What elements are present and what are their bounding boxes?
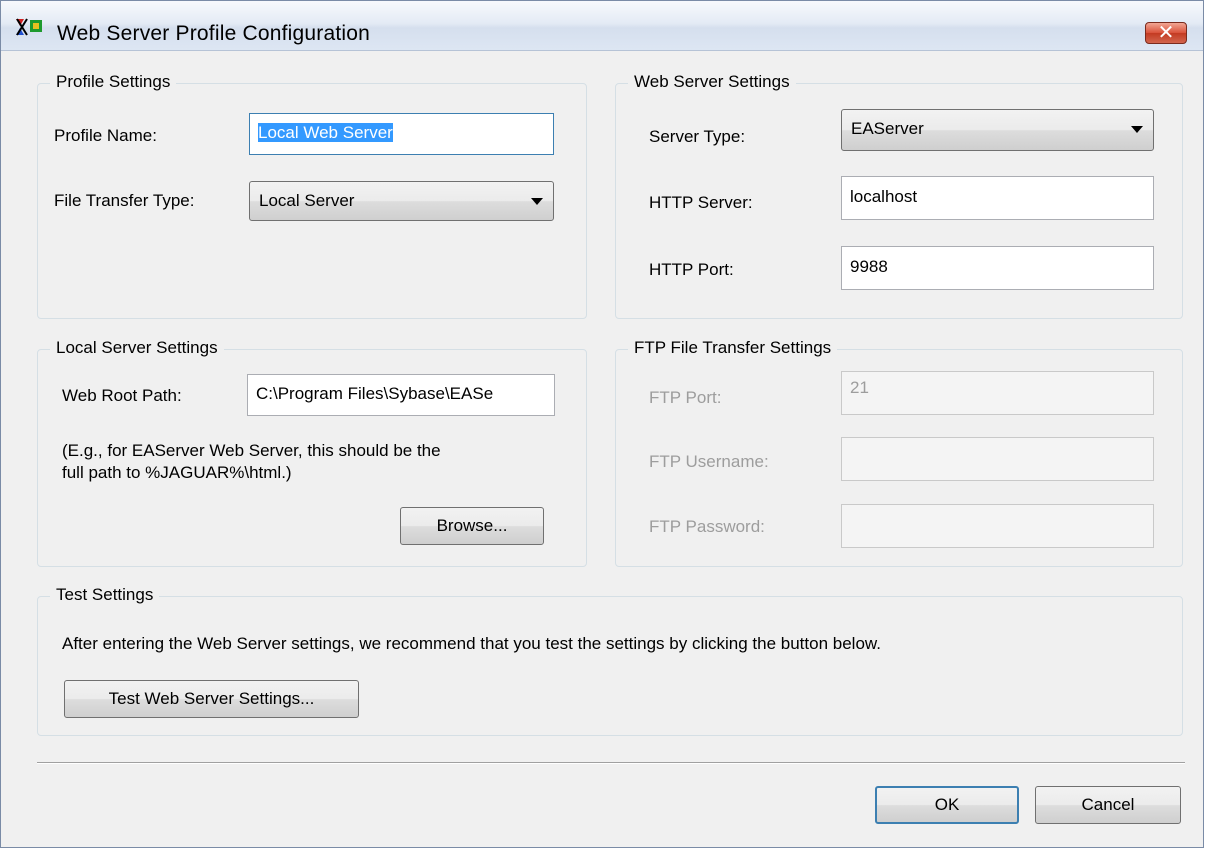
- server-type-value: EAServer: [851, 119, 924, 138]
- test-button-label: Test Web Server Settings...: [108, 689, 315, 708]
- title-bar[interactable]: Web Server Profile Configuration ✕: [1, 1, 1203, 51]
- web-root-hint-line2: full path to %JAGUAR%\html.): [62, 463, 292, 482]
- web-root-path-input[interactable]: C:\Program Files\Sybase\EASe: [247, 374, 555, 416]
- ftp-password-label: FTP Password:: [649, 517, 765, 536]
- ftp-settings-legend: FTP File Transfer Settings: [628, 338, 838, 358]
- profile-name-input[interactable]: Local Web Server: [249, 113, 554, 155]
- test-settings-description: After entering the Web Server settings, …: [62, 634, 881, 653]
- http-port-value: 9988: [850, 257, 888, 276]
- profile-name-label: Profile Name:: [54, 126, 157, 145]
- cancel-button-label: Cancel: [1081, 795, 1135, 814]
- chevron-down-icon: [1131, 126, 1143, 133]
- ok-button[interactable]: OK: [875, 786, 1019, 824]
- http-server-label: HTTP Server:: [649, 193, 753, 212]
- http-server-value: localhost: [850, 187, 918, 206]
- footer-divider: [37, 762, 1185, 764]
- ok-button-label: OK: [934, 795, 960, 814]
- http-port-label: HTTP Port:: [649, 260, 734, 279]
- profile-name-value: Local Web Server: [258, 123, 393, 142]
- file-transfer-type-select[interactable]: Local Server: [249, 181, 554, 221]
- browse-button[interactable]: Browse...: [400, 507, 544, 545]
- chevron-down-icon: [531, 198, 543, 205]
- server-type-select[interactable]: EAServer: [841, 109, 1154, 151]
- web-server-settings-legend: Web Server Settings: [628, 72, 796, 92]
- file-transfer-type-label: File Transfer Type:: [54, 191, 195, 210]
- window-title: Web Server Profile Configuration: [57, 22, 370, 45]
- ftp-port-input[interactable]: 21: [841, 371, 1154, 415]
- close-button[interactable]: ✕: [1145, 20, 1187, 44]
- profile-settings-legend: Profile Settings: [50, 72, 177, 92]
- http-server-input[interactable]: localhost: [841, 176, 1154, 220]
- http-port-input[interactable]: 9988: [841, 246, 1154, 290]
- test-web-server-settings-button[interactable]: Test Web Server Settings...: [64, 680, 359, 718]
- web-root-path-value: C:\Program Files\Sybase\EASe: [256, 384, 494, 403]
- web-root-hint-line1: (E.g., for EAServer Web Server, this sho…: [62, 441, 441, 460]
- file-transfer-type-value: Local Server: [259, 191, 355, 210]
- browse-button-label: Browse...: [436, 516, 508, 535]
- cancel-button[interactable]: Cancel: [1035, 786, 1181, 824]
- dialog-window: Web Server Profile Configuration ✕ Profi…: [0, 0, 1204, 848]
- ftp-username-label: FTP Username:: [649, 452, 769, 471]
- ftp-username-input[interactable]: [841, 437, 1154, 481]
- ftp-password-input[interactable]: [841, 504, 1154, 548]
- local-server-settings-legend: Local Server Settings: [50, 338, 224, 358]
- ftp-port-label: FTP Port:: [649, 388, 722, 407]
- test-settings-legend: Test Settings: [50, 585, 160, 605]
- web-root-path-label: Web Root Path:: [62, 386, 182, 405]
- ftp-port-value: 21: [850, 378, 869, 397]
- app-icon: [16, 18, 42, 36]
- close-icon: ✕: [1157, 20, 1175, 44]
- server-type-label: Server Type:: [649, 127, 746, 146]
